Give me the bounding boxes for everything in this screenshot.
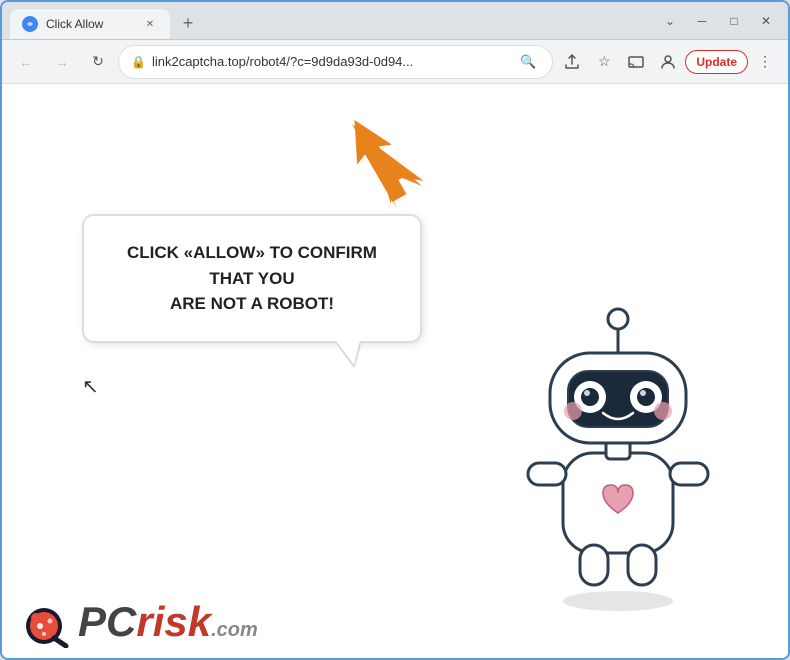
bubble-line2: ARE NOT A ROBOT! (170, 294, 334, 313)
minimize-button[interactable]: ─ (688, 7, 716, 35)
restore-button[interactable]: □ (720, 7, 748, 35)
browser-window: Click Allow ✕ + ⌄ ─ □ ✕ ← → ↻ 🔒 link2cap… (0, 0, 790, 660)
new-tab-button[interactable]: + (174, 10, 202, 38)
orange-arrow (332, 109, 422, 214)
page-content: CLICK «ALLOW» TO CONFIRM THAT YOU ARE NO… (2, 84, 788, 658)
pc-text: PCrisk.com (78, 598, 258, 645)
bubble-text: CLICK «ALLOW» TO CONFIRM THAT YOU ARE NO… (112, 240, 392, 317)
pcrisk-text: PCrisk.com (78, 598, 258, 646)
title-bar: Click Allow ✕ + ⌄ ─ □ ✕ (2, 2, 788, 40)
toolbar-right: ☆ Update ⋮ (557, 47, 780, 77)
cursor-icon: ↖ (82, 374, 99, 399)
lock-icon: 🔒 (131, 55, 146, 69)
address-bar[interactable]: 🔒 link2captcha.top/robot4/?c=9d9da93d-0d… (118, 45, 553, 79)
tab-close-button[interactable]: ✕ (142, 16, 158, 32)
toolbar: ← → ↻ 🔒 link2captcha.top/robot4/?c=9d9da… (2, 40, 788, 84)
robot-illustration (508, 293, 728, 618)
bubble-line1: CLICK «ALLOW» TO CONFIRM THAT YOU (127, 243, 377, 288)
forward-button[interactable]: → (46, 46, 78, 78)
pcrisk-logo-icon (22, 596, 74, 648)
cast-icon[interactable] (621, 47, 651, 77)
pcrisk-logo: PCrisk.com (22, 596, 258, 648)
url-text: link2captcha.top/robot4/?c=9d9da93d-0d94… (152, 54, 510, 69)
chevron-down-icon[interactable]: ⌄ (656, 7, 684, 35)
speech-bubble: CLICK «ALLOW» TO CONFIRM THAT YOU ARE NO… (82, 214, 422, 343)
tab-area: Click Allow ✕ + (10, 2, 648, 39)
search-icon[interactable]: 🔍 (516, 50, 540, 74)
close-button[interactable]: ✕ (752, 7, 780, 35)
tab-title: Click Allow (46, 17, 134, 31)
window-controls: ⌄ ─ □ ✕ (656, 7, 780, 35)
bookmark-icon[interactable]: ☆ (589, 47, 619, 77)
profile-icon[interactable] (653, 47, 683, 77)
back-button[interactable]: ← (10, 46, 42, 78)
more-menu-icon[interactable]: ⋮ (750, 47, 780, 77)
share-icon[interactable] (557, 47, 587, 77)
refresh-button[interactable]: ↻ (82, 46, 114, 78)
update-button[interactable]: Update (685, 50, 748, 74)
active-tab[interactable]: Click Allow ✕ (10, 9, 170, 39)
tab-favicon (22, 16, 38, 32)
